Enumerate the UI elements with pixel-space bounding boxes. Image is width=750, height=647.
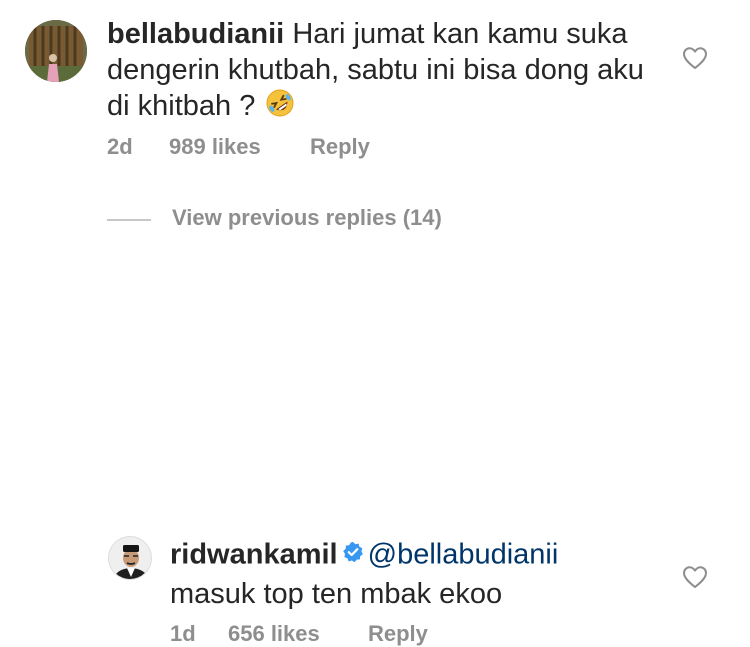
replies-divider (107, 219, 151, 221)
likes-count[interactable]: 656 likes (228, 621, 320, 647)
avatar[interactable] (25, 20, 87, 82)
comment-body: ridwankamil @bellabudianii masuk top ten… (170, 536, 690, 612)
username[interactable]: bellabudianii (107, 18, 284, 50)
reply-button[interactable]: Reply (368, 621, 428, 647)
timestamp: 2d (107, 134, 133, 159)
comment-ridwankamil: ridwankamil @bellabudianii masuk top ten… (0, 260, 750, 646)
view-previous-replies-label[interactable]: View previous replies (14) (172, 205, 442, 231)
reply-button[interactable]: Reply (310, 134, 370, 160)
comment-text: masuk top ten mbak ekoo (170, 578, 503, 610)
username[interactable]: ridwankamil (170, 539, 338, 571)
comment-body: bellabudianii Hari jumat kan kamu suka d… (107, 16, 647, 127)
heart-outline-icon[interactable] (682, 565, 708, 589)
mention-link[interactable]: @bellabudianii (368, 539, 559, 571)
likes-count[interactable]: 989 likes (169, 134, 261, 160)
heart-outline-icon[interactable] (682, 46, 708, 70)
verified-badge-icon (342, 536, 364, 572)
avatar[interactable] (108, 536, 152, 580)
comment-bellabudianii: bellabudianii Hari jumat kan kamu suka d… (0, 0, 750, 180)
timestamp: 1d (170, 621, 196, 646)
rolling-on-the-floor-laughing-emoji (265, 88, 295, 127)
